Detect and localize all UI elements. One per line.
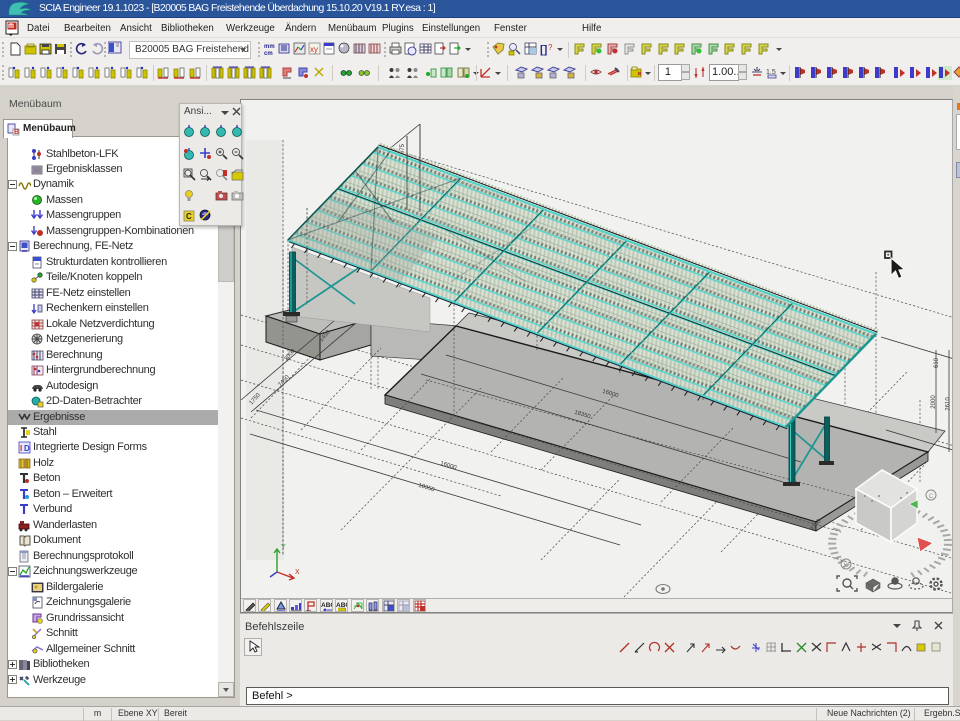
svg-text:mm: mm [264,44,275,50]
svg-text:2610: 2610 [946,397,952,411]
svg-text:Y: Y [281,544,286,551]
svg-text:X: X [295,569,300,576]
svg-text:cm: cm [264,51,273,56]
svg-text:I: I [20,444,22,453]
svg-text:D: D [24,444,30,453]
svg-text:K: K [844,563,848,569]
svg-text:ABC: ABC [321,602,333,609]
svg-text:[]: [] [540,44,548,56]
svg-text:C: C [186,212,192,221]
svg-text:?: ? [548,43,553,52]
svg-text:B: B [14,129,19,136]
svg-text:2000: 2000 [931,395,937,409]
svg-text:610: 610 [934,357,940,368]
svg-text:xy: xy [310,45,318,54]
svg-text:C: C [929,494,934,500]
